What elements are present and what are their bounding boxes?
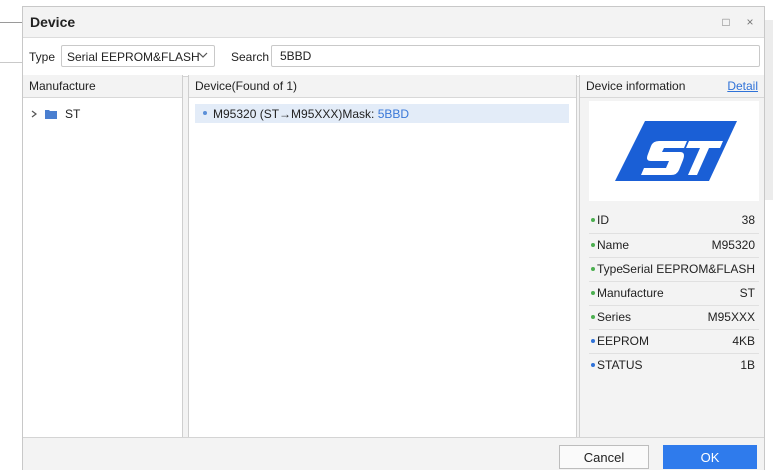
type-label: Type <box>29 50 56 64</box>
bullet-icon <box>591 339 595 343</box>
device-header-label: Device(Found of 1) <box>195 79 298 93</box>
manufacture-list: ST <box>23 98 182 437</box>
info-key: EEPROM <box>597 334 650 348</box>
info-value: 4KB <box>732 334 755 348</box>
device-pane: Device(Found of 1) M95320 (ST→M95XXX)Mas… <box>188 75 577 437</box>
device-list: M95320 (ST→M95XXX)Mask: 5BBD <box>189 98 576 437</box>
title-bar: Device □ × <box>23 7 764 37</box>
tree-item-label: ST <box>65 107 81 121</box>
device-header: Device(Found of 1) <box>189 75 576 98</box>
info-key: STATUS <box>597 358 643 372</box>
type-select-value: Serial EEPROM&FLASH <box>67 50 200 64</box>
info-row-type: Type Serial EEPROM&FLASH <box>589 257 759 279</box>
info-value: M95320 <box>711 238 755 252</box>
info-value: M95XXX <box>707 310 755 324</box>
device-row-label: M95320 (ST→M95XXX)Mask: 5BBD <box>213 107 409 121</box>
info-row-name: Name M95320 <box>589 233 759 255</box>
background-scroll-area <box>765 20 773 200</box>
info-row-series: Series M95XXX <box>589 305 759 327</box>
device-info-header: Device information Detail <box>580 75 764 98</box>
cancel-button[interactable]: Cancel <box>559 445 649 469</box>
info-value: Serial EEPROM&FLASH <box>622 262 755 276</box>
info-key: Name <box>597 238 630 252</box>
device-name: M95320 (ST→M95XXX)Mask: <box>213 107 378 121</box>
info-row-id: ID 38 <box>589 209 759 230</box>
device-dialog: Device □ × Type Serial EEPROM&FLASH Sear… <box>22 6 765 470</box>
info-key: Manufacture <box>597 286 664 300</box>
detail-link[interactable]: Detail <box>727 79 758 93</box>
type-select[interactable]: Serial EEPROM&FLASH <box>61 45 215 67</box>
bullet-icon <box>203 111 207 115</box>
device-info-pane: Device information Detail ID 38 Name M95320… <box>579 75 764 437</box>
tree-item-st[interactable]: ST <box>29 106 80 122</box>
info-row-manufacture: Manufacture ST <box>589 281 759 303</box>
chevron-right-icon[interactable] <box>29 109 39 119</box>
device-row-selected[interactable]: M95320 (ST→M95XXX)Mask: 5BBD <box>195 104 569 123</box>
info-value: ST <box>739 286 755 300</box>
info-value: 1B <box>740 358 755 372</box>
manufacturer-logo <box>589 101 759 201</box>
bullet-icon <box>591 315 595 319</box>
bullet-icon <box>591 243 595 247</box>
dialog-title: Device <box>30 14 76 30</box>
folder-icon <box>45 110 57 119</box>
background-divider <box>0 22 22 23</box>
info-key: ID <box>597 213 609 227</box>
info-row-eeprom: EEPROM 4KB <box>589 329 759 351</box>
manufacture-header: Manufacture <box>23 75 182 98</box>
info-key: Series <box>597 310 632 324</box>
bullet-icon <box>591 291 595 295</box>
device-mask: 5BBD <box>377 107 410 121</box>
dialog-footer: Cancel OK <box>23 437 764 470</box>
search-input[interactable] <box>271 45 760 67</box>
manufacture-pane: Manufacture ST <box>23 75 183 437</box>
chevron-down-icon <box>198 52 208 58</box>
bullet-icon <box>591 363 595 367</box>
st-logo-icon <box>615 121 737 181</box>
background-divider <box>0 62 22 63</box>
search-label: Search <box>231 50 270 64</box>
device-info-header-label: Device information <box>586 79 686 93</box>
bullet-icon <box>591 267 595 271</box>
ok-button[interactable]: OK <box>663 445 757 469</box>
info-key: Type <box>597 262 624 276</box>
info-row-status: STATUS 1B <box>589 353 759 375</box>
close-icon[interactable]: × <box>741 13 759 31</box>
maximize-icon[interactable]: □ <box>717 13 735 31</box>
manufacture-header-label: Manufacture <box>29 79 96 93</box>
info-value: 38 <box>741 213 755 227</box>
filter-toolbar: Type Serial EEPROM&FLASH Search <box>23 37 764 77</box>
bullet-icon <box>591 218 595 222</box>
